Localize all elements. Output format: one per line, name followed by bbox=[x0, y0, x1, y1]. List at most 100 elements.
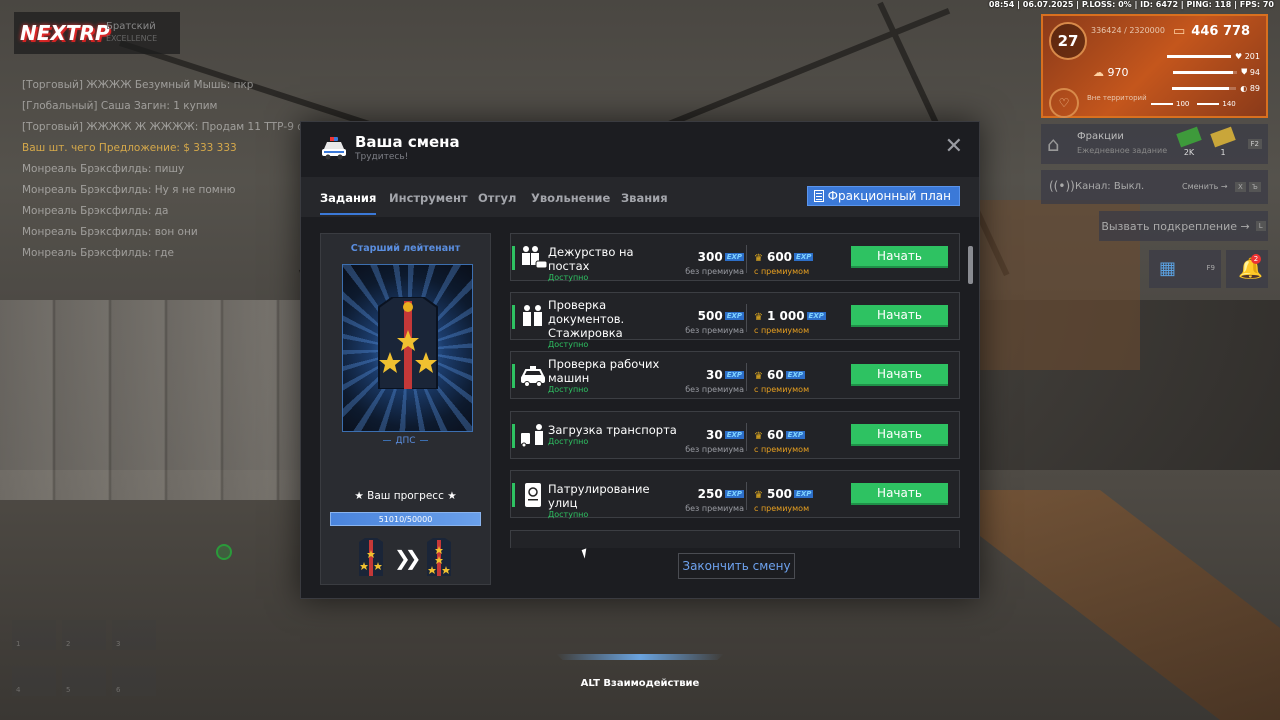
next-rank-icon bbox=[427, 538, 451, 576]
hotbar: 1 2 3 4 5 6 bbox=[6, 620, 156, 710]
crown-icon: ♛ bbox=[754, 253, 763, 264]
start-task-button[interactable]: Начать bbox=[851, 364, 948, 386]
loader-icon bbox=[521, 424, 543, 448]
chat-line: [Глобальный] Саша Загин: 1 купим bbox=[22, 100, 218, 112]
radio-channel-panel[interactable]: ((•)) Канал: Выкл. Сменить → X Ъ bbox=[1041, 170, 1268, 204]
double-chevron-right-icon: ❯❯ bbox=[394, 546, 421, 570]
hotbar-slot[interactable]: 1 bbox=[12, 620, 56, 650]
task-list[interactable]: Дежурство на постах Доступно 300 EXP без … bbox=[510, 233, 962, 548]
clipboard-icon bbox=[813, 190, 824, 202]
fraction-panel[interactable]: ⌂ Фракции Ежедневное задание 2K 1 F2 bbox=[1041, 124, 1268, 164]
exp-base: 30 EXP без премиума bbox=[685, 428, 744, 454]
armor-icon: ⛊ bbox=[1241, 67, 1250, 76]
exp-premium: ♛ 60 EXP с премиумом bbox=[754, 368, 810, 394]
player-stats-panel: 27 336424 / 2320000 446 778 970 ♥ 201 ⛊ … bbox=[1041, 14, 1268, 118]
task-name: Патрулирование улиц bbox=[548, 482, 650, 510]
chat-line: Монреаль Брэксфилдь: где bbox=[22, 247, 174, 259]
tab-resign[interactable]: Увольнение bbox=[531, 191, 610, 205]
chat-line: Монреаль Брэксфилдь: пишу bbox=[22, 163, 185, 175]
exp-premium: ♛ 60 EXP с премиумом bbox=[754, 428, 810, 454]
health-row: ♥ 201 bbox=[1150, 48, 1260, 64]
rank-upgrade-preview: ❯❯ bbox=[357, 538, 457, 576]
game-logo: NEXTRP bbox=[20, 21, 110, 45]
calendar-icon: ▦ bbox=[1159, 258, 1177, 279]
exp-premium: ♛ 600 EXP с премиумом bbox=[754, 250, 814, 276]
call-backup-button[interactable]: Вызвать подкрепление → L bbox=[1099, 211, 1268, 241]
player-xp: 336424 / 2320000 bbox=[1091, 26, 1165, 35]
modal-title: Ваша смена bbox=[355, 133, 460, 151]
hotbar-slot[interactable]: 6 bbox=[112, 666, 156, 696]
exp-base: 500 EXP без премиума bbox=[685, 309, 744, 335]
task-row: Загрузка транспорта Доступно 30 EXP без п… bbox=[510, 411, 960, 459]
finish-shift-button[interactable]: Закончить смену bbox=[678, 553, 795, 579]
modal-subtitle: Трудитесь! bbox=[355, 152, 409, 162]
task-status: Доступно bbox=[548, 273, 589, 282]
rank-progress-bar: 51010/50000 bbox=[330, 512, 481, 526]
department-label: ДПС bbox=[321, 436, 490, 446]
progress-label: ★ Ваш прогресс ★ bbox=[354, 490, 457, 502]
modal-tabs: Задания Инструмент Отгул Увольнение Зван… bbox=[301, 177, 979, 217]
connection-status: 08:54 | 06.07.2025 | P.LOSS: 0% | ID: 64… bbox=[988, 0, 1274, 9]
exp-base: 250 EXP без премиума bbox=[685, 487, 744, 513]
donate-amount: 970 bbox=[1093, 66, 1129, 79]
notifications-button[interactable]: 🔔 2 bbox=[1226, 250, 1268, 288]
chat-line: [Торговый] ЖЖЖЖ Ж ЖЖЖЖ: Продам 11 ТТР-9 … bbox=[22, 121, 312, 133]
modal-header: Ваша смена Трудитесь! ✕ bbox=[301, 122, 979, 177]
chat-line: Монреаль Брэксфилдь: да bbox=[22, 205, 169, 217]
calendar-button[interactable]: ▦ F9 bbox=[1149, 250, 1221, 288]
officers-icon bbox=[523, 305, 542, 326]
officers-car-icon bbox=[522, 246, 547, 269]
task-name: Проверка рабочих машин bbox=[548, 357, 660, 385]
police-car-icon bbox=[322, 137, 346, 160]
fraction-icon: ⌂ bbox=[1047, 132, 1060, 156]
exp-base: 30 EXP без премиума bbox=[685, 368, 744, 394]
hotbar-slot[interactable]: 3 bbox=[112, 620, 156, 650]
radio-icon: ((•)) bbox=[1049, 179, 1075, 193]
exp-premium: ♛ 500 EXP с премиумом bbox=[754, 487, 814, 513]
task-status: Доступно bbox=[548, 340, 589, 349]
crown-icon: ♛ bbox=[754, 490, 763, 501]
server-logo-box: NEXTRP Братский EXCELLENCE bbox=[14, 12, 180, 54]
rank-name: Старший лейтенант bbox=[350, 243, 461, 254]
task-name: Загрузка транспорта bbox=[548, 423, 677, 437]
chat-line: Монреаль Брэксфилдь: Ну я не помню bbox=[22, 184, 236, 196]
territory-icon: ♡ bbox=[1049, 88, 1079, 118]
police-car-icon bbox=[521, 366, 545, 387]
start-task-button[interactable]: Начать bbox=[851, 305, 948, 327]
hunger-row: ◐ 89 bbox=[1150, 80, 1260, 96]
exp-base: 300 EXP без премиума bbox=[685, 250, 744, 276]
start-task-button[interactable]: Начать bbox=[851, 424, 948, 446]
task-status: Доступно bbox=[548, 510, 589, 519]
territory-label: Вне территорий bbox=[1087, 94, 1147, 102]
hotbar-slot[interactable]: 5 bbox=[62, 666, 106, 696]
current-rank-icon bbox=[359, 538, 383, 576]
tab-tools[interactable]: Инструмент bbox=[389, 191, 468, 205]
crown-icon: ♛ bbox=[754, 431, 763, 442]
armor-row: ⛊ 94 bbox=[1150, 64, 1260, 80]
yellow-cash-icon: 1 bbox=[1210, 126, 1236, 157]
task-status: Доступно bbox=[548, 385, 589, 394]
task-name: Дежурство на постах bbox=[548, 245, 634, 273]
task-list-scrollbar[interactable] bbox=[968, 246, 973, 284]
start-task-button[interactable]: Начать bbox=[851, 246, 948, 268]
notification-badge: 2 bbox=[1251, 254, 1261, 264]
shift-modal: Ваша смена Трудитесь! ✕ Задания Инструме… bbox=[300, 121, 980, 599]
close-icon[interactable]: ✕ bbox=[945, 136, 963, 158]
server-name: Братский EXCELLENCE bbox=[106, 21, 158, 43]
food-icon: ◐ bbox=[1240, 83, 1250, 93]
fraction-plan-button[interactable]: Фракционный план bbox=[806, 186, 960, 206]
scene-lockers bbox=[0, 300, 300, 500]
green-cash-icon: 2K bbox=[1176, 126, 1202, 157]
player-level: 27 bbox=[1049, 22, 1087, 60]
tab-ranks[interactable]: Звания bbox=[621, 191, 668, 205]
task-row: Проверка документов. Стажировка Доступно… bbox=[510, 292, 960, 349]
tab-tasks[interactable]: Задания bbox=[320, 191, 377, 215]
radar-marker bbox=[216, 544, 232, 560]
crown-icon: ♛ bbox=[754, 312, 763, 323]
hotbar-slot[interactable]: 2 bbox=[62, 620, 106, 650]
rank-card: Старший лейтенант ДПС ★ Ваш прогресс ★ 5… bbox=[320, 233, 491, 585]
hotbar-slot[interactable]: 4 bbox=[12, 666, 56, 696]
task-row-partial bbox=[510, 530, 960, 548]
tab-day-off[interactable]: Отгул bbox=[478, 191, 516, 205]
start-task-button[interactable]: Начать bbox=[851, 483, 948, 505]
